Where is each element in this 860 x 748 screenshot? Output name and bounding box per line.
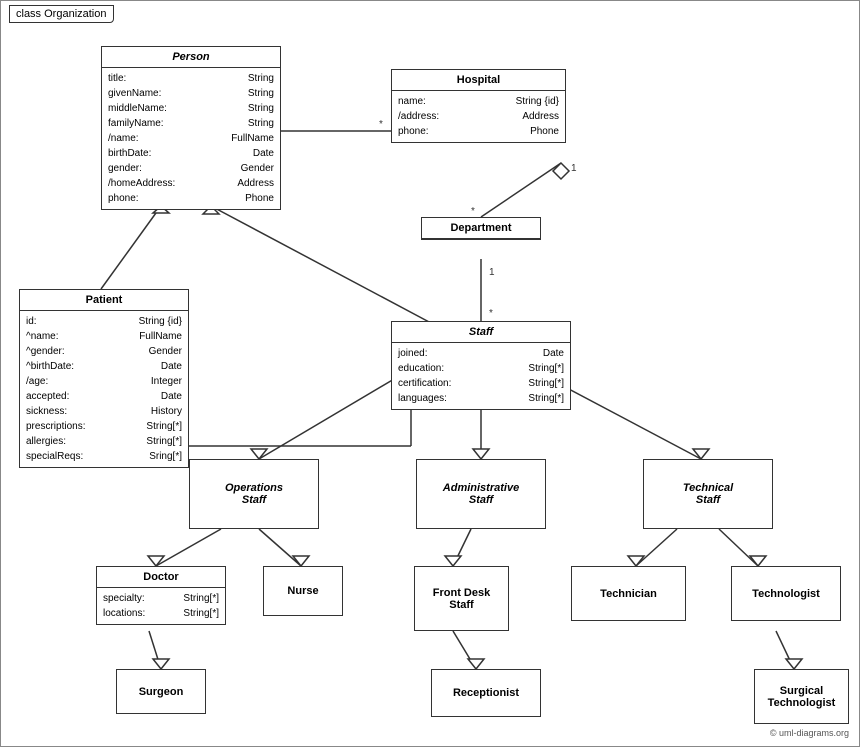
svg-text:*: * <box>489 308 493 319</box>
operations-staff-class: Operations Staff <box>189 459 319 529</box>
svg-text:1: 1 <box>571 163 577 174</box>
surgical-tech-class: Surgical Technologist <box>754 669 849 724</box>
patient-class: Patient id:String {id} ^name:FullName ^g… <box>19 289 189 468</box>
technical-staff-class: Technical Staff <box>643 459 773 529</box>
patient-attrs: id:String {id} ^name:FullName ^gender:Ge… <box>20 311 188 467</box>
technician-class: Technician <box>571 566 686 621</box>
technologist-class: Technologist <box>731 566 841 621</box>
svg-text:*: * <box>471 206 475 217</box>
staff-class: Staff joined:Date education:String[*] ce… <box>391 321 571 410</box>
person-title: Person <box>102 47 280 68</box>
hospital-attrs: name:String {id} /address:Address phone:… <box>392 91 565 142</box>
staff-title: Staff <box>392 322 570 343</box>
department-class: Department <box>421 217 541 240</box>
diagram-title: class Organization <box>9 5 114 23</box>
copyright: © uml-diagrams.org <box>770 728 849 738</box>
hospital-title: Hospital <box>392 70 565 91</box>
front-desk-class: Front Desk Staff <box>414 566 509 631</box>
svg-text:1: 1 <box>489 267 495 278</box>
surgeon-class: Surgeon <box>116 669 206 714</box>
patient-title: Patient <box>20 290 188 311</box>
staff-attrs: joined:Date education:String[*] certific… <box>392 343 570 409</box>
person-class: Person title:String givenName:String mid… <box>101 46 281 210</box>
admin-staff-class: Administrative Staff <box>416 459 546 529</box>
svg-text:*: * <box>379 119 383 130</box>
doctor-attrs: specialty:String[*] locations:String[*] <box>97 588 225 624</box>
doctor-class: Doctor specialty:String[*] locations:Str… <box>96 566 226 625</box>
person-attrs: title:String givenName:String middleName… <box>102 68 280 209</box>
nurse-class: Nurse <box>263 566 343 616</box>
diagram-container: class Organization 1 * 1 * * * <box>0 0 860 747</box>
department-title: Department <box>422 218 540 239</box>
doctor-title: Doctor <box>97 567 225 588</box>
receptionist-class: Receptionist <box>431 669 541 717</box>
hospital-class: Hospital name:String {id} /address:Addre… <box>391 69 566 143</box>
